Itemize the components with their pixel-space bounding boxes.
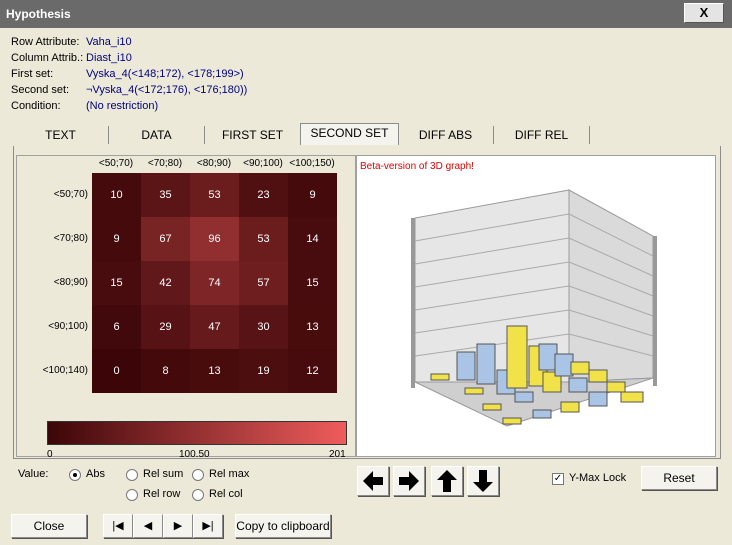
heatmap-cell[interactable]: 9: [288, 173, 337, 217]
reset-button[interactable]: Reset: [641, 466, 717, 490]
radio-rel-row[interactable]: [126, 489, 138, 501]
arrow-right-icon: [399, 471, 419, 491]
heatmap-cell[interactable]: 29: [141, 305, 190, 349]
arrow-down-icon: [473, 470, 493, 492]
scale-max-label: 201: [329, 449, 346, 460]
info-label: Row Attribute:: [11, 36, 80, 48]
window-title: Hypothesis: [6, 7, 71, 21]
heatmap-cell[interactable]: 6: [92, 305, 141, 349]
info-value: Vyska_4(<148;172), <178;199>): [86, 68, 244, 80]
radio-rel-max[interactable]: [192, 469, 204, 481]
last-record-button[interactable]: ▶|: [193, 514, 223, 538]
heatmap-cell[interactable]: 47: [190, 305, 239, 349]
heatmap-cell[interactable]: 67: [141, 217, 190, 261]
copy-to-clipboard-button[interactable]: Copy to clipboard: [235, 514, 331, 538]
heatmap-cell[interactable]: 9: [92, 217, 141, 261]
radio-abs-label: Abs: [86, 468, 105, 480]
heatmap-cell[interactable]: 19: [239, 349, 288, 393]
last-record-icon: ▶|: [202, 520, 214, 532]
radio-rel-max-label: Rel max: [209, 468, 250, 480]
heatmap-cell[interactable]: 13: [190, 349, 239, 393]
arrow-left-icon: [363, 471, 383, 491]
tab-diff-rel[interactable]: DIFF REL: [494, 126, 590, 144]
info-value: ¬Vyska_4(<172;176), <176;180)): [86, 84, 248, 96]
tab-bar: TEXT DATA FIRST SET SECOND SET DIFF ABS …: [13, 123, 719, 146]
heatmap-cell[interactable]: 13: [288, 305, 337, 349]
info-label: Condition:: [11, 100, 61, 112]
radio-rel-col[interactable]: [192, 489, 204, 501]
next-record-icon: ▶: [173, 520, 183, 532]
heatmap-cell[interactable]: 57: [239, 261, 288, 305]
heatmap-row-label: <70;80): [53, 233, 88, 244]
tab-second-set[interactable]: SECOND SET: [300, 123, 399, 145]
heatmap-cell[interactable]: 10: [92, 173, 141, 217]
heatmap-cell[interactable]: 15: [288, 261, 337, 305]
heatmap-cell[interactable]: 53: [190, 173, 239, 217]
radio-rel-col-label: Rel col: [209, 488, 243, 500]
arrow-up-icon: [437, 470, 457, 492]
graph-3d-canvas: [411, 189, 657, 427]
heatmap-row-label: <90;100): [48, 321, 88, 332]
next-record-button[interactable]: ▶: [163, 514, 193, 538]
info-value: (No restriction): [86, 100, 159, 112]
heatmap-column-label: <90;100): [243, 158, 283, 169]
heatmap-cell[interactable]: 96: [190, 217, 239, 261]
radio-rel-sum-label: Rel sum: [143, 468, 184, 480]
radio-abs[interactable]: [69, 469, 81, 481]
info-label: First set:: [11, 68, 54, 80]
info-value: Vaha_i10: [86, 36, 132, 48]
heatmap-cell[interactable]: 23: [239, 173, 288, 217]
heatmap-cell[interactable]: 15: [92, 261, 141, 305]
heatmap-column-label: <80;90): [196, 158, 232, 169]
radio-rel-sum[interactable]: [126, 469, 138, 481]
scale-min-label: 0: [47, 449, 53, 460]
title-bar: Hypothesis X: [0, 0, 732, 28]
graph-3d-panel: Beta-version of 3D graph!: [356, 155, 716, 457]
heatmap-cell[interactable]: 35: [141, 173, 190, 217]
heatmap-cell[interactable]: 0: [92, 349, 141, 393]
heatmap-cell[interactable]: 8: [141, 349, 190, 393]
info-value: Diast_i10: [86, 52, 132, 64]
value-label: Value:: [18, 468, 49, 480]
heatmap-row-label: <50;70): [53, 189, 88, 200]
tab-first-set[interactable]: FIRST SET: [205, 126, 301, 144]
tab-data[interactable]: DATA: [109, 126, 205, 144]
heatmap-cell[interactable]: 12: [288, 349, 337, 393]
ymax-lock-checkbox[interactable]: ✓: [552, 473, 564, 485]
color-scale-bar: [47, 421, 347, 445]
close-button[interactable]: Close: [11, 514, 87, 538]
heatmap-column-label: <100;150): [289, 158, 335, 169]
info-label: Column Attrib.:: [11, 52, 84, 64]
radio-rel-row-label: Rel row: [143, 488, 181, 500]
first-record-icon: |◀: [112, 520, 124, 532]
heatmap-cell[interactable]: 30: [239, 305, 288, 349]
rotate-left-button[interactable]: [357, 466, 389, 496]
rotate-right-button[interactable]: [393, 466, 425, 496]
prev-record-icon: ◀: [143, 520, 153, 532]
close-window-button[interactable]: X: [684, 3, 724, 23]
heatmap-column-label: <50;70): [98, 158, 134, 169]
tab-diff-abs[interactable]: DIFF ABS: [398, 126, 494, 144]
scale-mid-label: 100.50: [179, 449, 210, 460]
heatmap-cell[interactable]: 74: [190, 261, 239, 305]
prev-record-button[interactable]: ◀: [133, 514, 163, 538]
ymax-lock-label: Y-Max Lock: [569, 472, 627, 484]
rotate-down-button[interactable]: [467, 466, 499, 496]
info-label: Second set:: [11, 84, 70, 96]
heatmap-cell[interactable]: 53: [239, 217, 288, 261]
heatmap-cell[interactable]: 14: [288, 217, 337, 261]
heatmap-row-label: <100;140): [42, 365, 88, 376]
heatmap-cell[interactable]: 42: [141, 261, 190, 305]
heatmap-row-label: <80;90): [53, 277, 88, 288]
heatmap-column-label: <70;80): [147, 158, 183, 169]
rotate-up-button[interactable]: [431, 466, 463, 496]
tab-text[interactable]: TEXT: [13, 126, 109, 144]
first-record-button[interactable]: |◀: [103, 514, 133, 538]
